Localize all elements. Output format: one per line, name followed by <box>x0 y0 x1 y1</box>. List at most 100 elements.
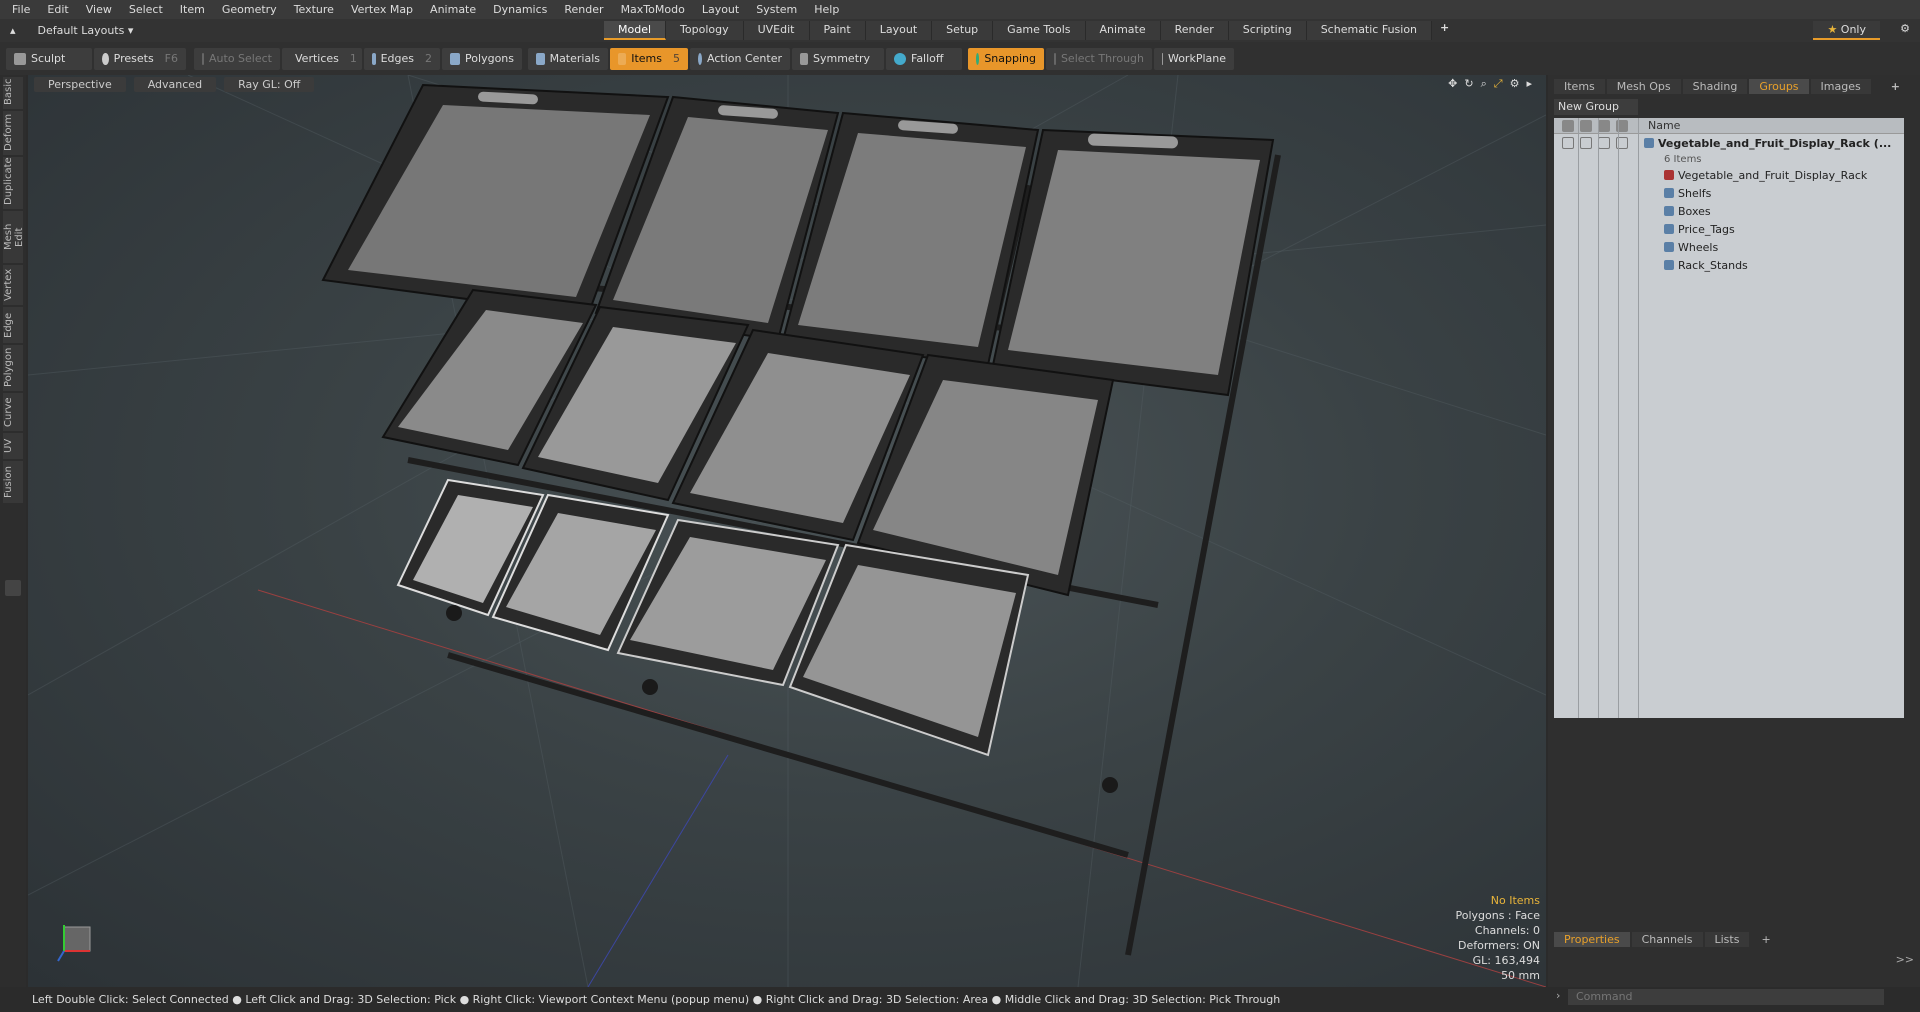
tab-images[interactable]: Images <box>1810 79 1871 94</box>
layout-selector[interactable]: ▴ Default Layouts ▾ <box>0 24 600 37</box>
tab-scripting[interactable]: Scripting <box>1228 21 1307 40</box>
render-icon[interactable] <box>1580 119 1592 132</box>
menu-system[interactable]: System <box>750 3 808 16</box>
vtab-duplicate[interactable]: Duplicate <box>3 157 23 209</box>
list-item[interactable]: Price_Tags <box>1554 220 1904 238</box>
layout-bar: ▴ Default Layouts ▾ Model Topology UVEdi… <box>0 19 1920 42</box>
workplane-button[interactable]: WorkPlane <box>1154 47 1234 70</box>
menu-maxtomodo[interactable]: MaxToModo <box>615 3 696 16</box>
fit-icon[interactable]: ⤢ <box>1494 77 1503 91</box>
edges-key: 2 <box>425 52 432 65</box>
vtab-basic[interactable]: Basic <box>3 77 23 109</box>
list-item[interactable]: Vegetable_and_Fruit_Display_Rack <box>1554 166 1904 184</box>
tab-lists[interactable]: Lists <box>1704 932 1750 947</box>
only-button[interactable]: ★ Only <box>1813 21 1880 40</box>
symmetry-button[interactable]: Symmetry <box>792 47 884 70</box>
tab-layout[interactable]: Layout <box>865 21 933 40</box>
snapping-icon <box>976 52 980 65</box>
visibility-toggle[interactable] <box>1562 137 1574 149</box>
viewport-raygl-toggle[interactable]: Ray GL: Off <box>224 76 315 92</box>
edges-button[interactable]: Edges 2 <box>364 47 440 70</box>
tab-shading[interactable]: Shading <box>1682 79 1748 94</box>
viewport-view-dropdown[interactable]: Perspective <box>34 76 126 92</box>
tab-model[interactable]: Model <box>604 21 667 40</box>
menu-file[interactable]: File <box>6 3 41 16</box>
zoom-icon[interactable]: ⌕ <box>1481 77 1487 91</box>
tab-channels[interactable]: Channels <box>1631 932 1703 947</box>
snapping-button[interactable]: Snapping <box>968 47 1044 70</box>
sculpt-button[interactable]: Sculpt <box>6 47 92 70</box>
tab-topology[interactable]: Topology <box>666 21 744 40</box>
menu-select[interactable]: Select <box>123 3 174 16</box>
tab-game-tools[interactable]: Game Tools <box>993 21 1086 40</box>
menu-view[interactable]: View <box>80 3 123 16</box>
command-input[interactable] <box>1568 989 1884 1005</box>
vtab-edge[interactable]: Edge <box>3 307 23 343</box>
name-column-header[interactable]: Name <box>1644 119 1680 132</box>
lock-icon[interactable] <box>1598 119 1610 132</box>
falloff-button[interactable]: Falloff <box>886 47 962 70</box>
menu-render[interactable]: Render <box>558 3 614 16</box>
viewport-shading-dropdown[interactable]: Advanced <box>133 76 217 92</box>
tab-uvedit[interactable]: UVEdit <box>743 21 810 40</box>
tab-schematic-fusion[interactable]: Schematic Fusion <box>1306 21 1433 40</box>
tab-groups[interactable]: Groups <box>1749 79 1809 94</box>
menu-layout[interactable]: Layout <box>696 3 750 16</box>
eye-icon[interactable] <box>1562 119 1574 132</box>
menu-item[interactable]: Item <box>174 3 216 16</box>
menu-animate[interactable]: Animate <box>424 3 487 16</box>
presets-button[interactable]: Presets F6 <box>94 47 186 70</box>
vtab-fusion[interactable]: Fusion <box>3 461 23 503</box>
tab-properties[interactable]: Properties <box>1554 932 1630 947</box>
new-group-button[interactable]: New Group <box>1554 99 1638 115</box>
list-item[interactable]: Wheels <box>1554 238 1904 256</box>
expand-icon[interactable]: >> <box>1896 953 1914 966</box>
select-through-button[interactable]: Select Through <box>1046 47 1152 70</box>
vtab-vertex[interactable]: Vertex <box>3 265 23 305</box>
vtab-mesh-edit[interactable]: Mesh Edit <box>3 211 25 263</box>
lock-toggle[interactable] <box>1598 137 1610 149</box>
expand-toolbox-icon[interactable] <box>5 580 21 596</box>
vtab-polygon[interactable]: Polygon <box>3 345 23 391</box>
rotate-icon[interactable]: ↻ <box>1464 77 1473 91</box>
pan-icon[interactable]: ✥ <box>1448 77 1457 91</box>
tab-mesh-ops[interactable]: Mesh Ops <box>1606 79 1681 94</box>
add-tab-icon[interactable]: + <box>1751 932 1780 947</box>
items-button[interactable]: Items 5 <box>610 47 688 70</box>
add-tab-icon[interactable]: + <box>1440 21 1449 40</box>
list-item[interactable]: Boxes <box>1554 202 1904 220</box>
tab-items[interactable]: Items <box>1554 79 1605 94</box>
group-row[interactable]: Vegetable_and_Fruit_Display_Rack (... <box>1554 134 1904 152</box>
auto-select-label: Auto Select <box>209 52 272 65</box>
menu-dynamics[interactable]: Dynamics <box>487 3 558 16</box>
action-center-button[interactable]: Action Center <box>690 47 790 70</box>
menu-edit[interactable]: Edit <box>41 3 79 16</box>
viewport-settings-icon[interactable]: ⚙ <box>1510 77 1520 91</box>
polygons-button[interactable]: Polygons <box>442 47 522 70</box>
list-item[interactable]: Rack_Stands <box>1554 256 1904 274</box>
menu-geometry[interactable]: Geometry <box>216 3 288 16</box>
vtab-uv[interactable]: UV <box>3 433 23 459</box>
menu-help[interactable]: Help <box>808 3 850 16</box>
menu-vertex-map[interactable]: Vertex Map <box>345 3 424 16</box>
tab-setup[interactable]: Setup <box>932 21 994 40</box>
tab-animate[interactable]: Animate <box>1085 21 1161 40</box>
3d-viewport[interactable]: Perspective Advanced Ray GL: Off ✥ ↻ ⌕ ⤢… <box>28 75 1546 987</box>
materials-icon <box>536 52 545 65</box>
stats-channels: Channels: 0 <box>1474 924 1540 937</box>
vtab-curve[interactable]: Curve <box>3 393 23 431</box>
left-tool-strip: Basic Deform Duplicate Mesh Edit Vertex … <box>0 75 26 987</box>
add-tab-icon[interactable]: + <box>1881 79 1910 94</box>
gear-icon[interactable]: ⚙ <box>1900 22 1910 35</box>
tab-paint[interactable]: Paint <box>809 21 866 40</box>
auto-select-button[interactable]: Auto Select <box>194 47 280 70</box>
play-icon[interactable]: ▸ <box>1526 77 1532 91</box>
tab-render[interactable]: Render <box>1160 21 1229 40</box>
render-toggle[interactable] <box>1580 137 1592 149</box>
vertices-button[interactable]: Vertices 1 <box>282 47 362 70</box>
materials-button[interactable]: Materials <box>528 47 608 70</box>
vtab-deform[interactable]: Deform <box>3 111 23 155</box>
list-item[interactable]: Shelfs <box>1554 184 1904 202</box>
menu-texture[interactable]: Texture <box>288 3 345 16</box>
edges-label: Edges <box>380 52 414 65</box>
